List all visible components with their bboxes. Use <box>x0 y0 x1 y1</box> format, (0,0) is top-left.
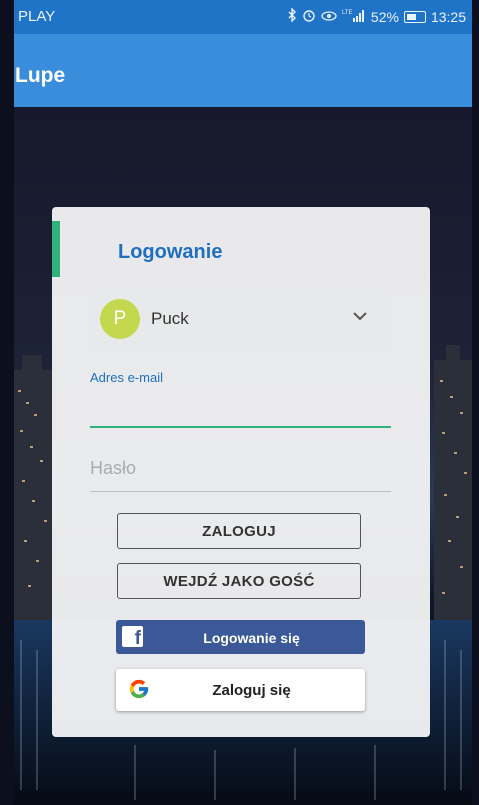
battery-icon <box>403 10 426 23</box>
clock: 13:25 <box>430 8 466 25</box>
google-login-label: Zaloguj się <box>212 682 291 699</box>
status-bar: PLAY LTE 52% 13:25 <box>14 0 472 34</box>
battery-percent: 52% <box>370 8 399 25</box>
app-bar: Lupe <box>14 34 472 107</box>
bluetooth-icon <box>287 7 297 25</box>
carrier-name: PLAY <box>18 8 56 25</box>
account-selector[interactable]: P Puck <box>90 289 392 349</box>
heading-accent-bar <box>52 221 60 277</box>
app-title: Lupe <box>15 64 66 87</box>
login-heading: Logowanie <box>118 241 223 263</box>
email-field-label: Adres e-mail <box>90 370 163 385</box>
alarm-icon <box>302 8 316 25</box>
google-login-button[interactable]: Zaloguj się <box>116 669 365 711</box>
facebook-login-button[interactable]: f Logowanie się <box>116 620 365 654</box>
login-button[interactable]: ZALOGUJ <box>117 513 361 549</box>
login-card: Logowanie P Puck Adres e-mail Hasło ZALO… <box>52 207 430 737</box>
account-name: Puck <box>151 309 189 328</box>
eye-icon <box>321 9 337 25</box>
phone-screen: PLAY LTE 52% 13:25 Lupe Logowanie P Puck… <box>14 0 472 805</box>
chevron-down-icon <box>352 309 368 327</box>
facebook-login-label: Logowanie się <box>203 630 300 646</box>
guest-login-button[interactable]: WEJDŹ JAKO GOŚĆ <box>117 563 361 599</box>
email-field[interactable] <box>90 426 391 428</box>
network-type: LTE <box>342 10 353 16</box>
lte-signal-icon: LTE <box>342 8 366 25</box>
password-field[interactable]: Hasło <box>90 458 136 479</box>
status-icons: LTE 52% 13:25 <box>287 7 466 25</box>
password-underline <box>90 491 391 492</box>
avatar: P <box>100 299 140 339</box>
